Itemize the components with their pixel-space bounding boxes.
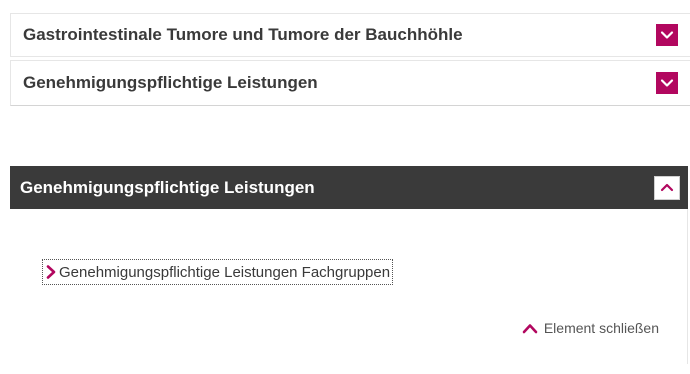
chevron-up-icon [522, 324, 538, 334]
close-element-label: Element schließen [543, 320, 659, 336]
chevron-up-icon[interactable] [654, 175, 680, 200]
accordion-item-genehmigungspflichtige[interactable]: Genehmigungspflichtige Leistungen [10, 60, 690, 106]
accordion-expanded: Genehmigungspflichtige Leistungen Genehm… [10, 166, 688, 364]
page: Gastrointestinale Tumore und Tumore der … [0, 0, 690, 374]
link-genehmigungspflichtige-leistungen-fachgruppen[interactable]: Genehmigungspflichtige Leistungen Fachgr… [42, 259, 394, 285]
accordion-item-gastrointestinal[interactable]: Gastrointestinale Tumore und Tumore der … [10, 13, 690, 57]
chevron-down-icon[interactable] [656, 24, 678, 46]
close-element-button[interactable]: Element schließen [522, 320, 659, 336]
accordion-item-title: Gastrointestinale Tumore und Tumore der … [23, 25, 463, 44]
link-label: Genehmigungspflichtige Leistungen Fachgr… [59, 263, 391, 281]
accordion-item-title: Genehmigungspflichtige Leistungen [23, 73, 318, 92]
accordion-expanded-title: Genehmigungspflichtige Leistungen [20, 177, 315, 197]
chevron-right-icon [46, 265, 56, 279]
accordion-expanded-header[interactable]: Genehmigungspflichtige Leistungen [10, 166, 688, 209]
chevron-down-icon[interactable] [656, 72, 678, 94]
